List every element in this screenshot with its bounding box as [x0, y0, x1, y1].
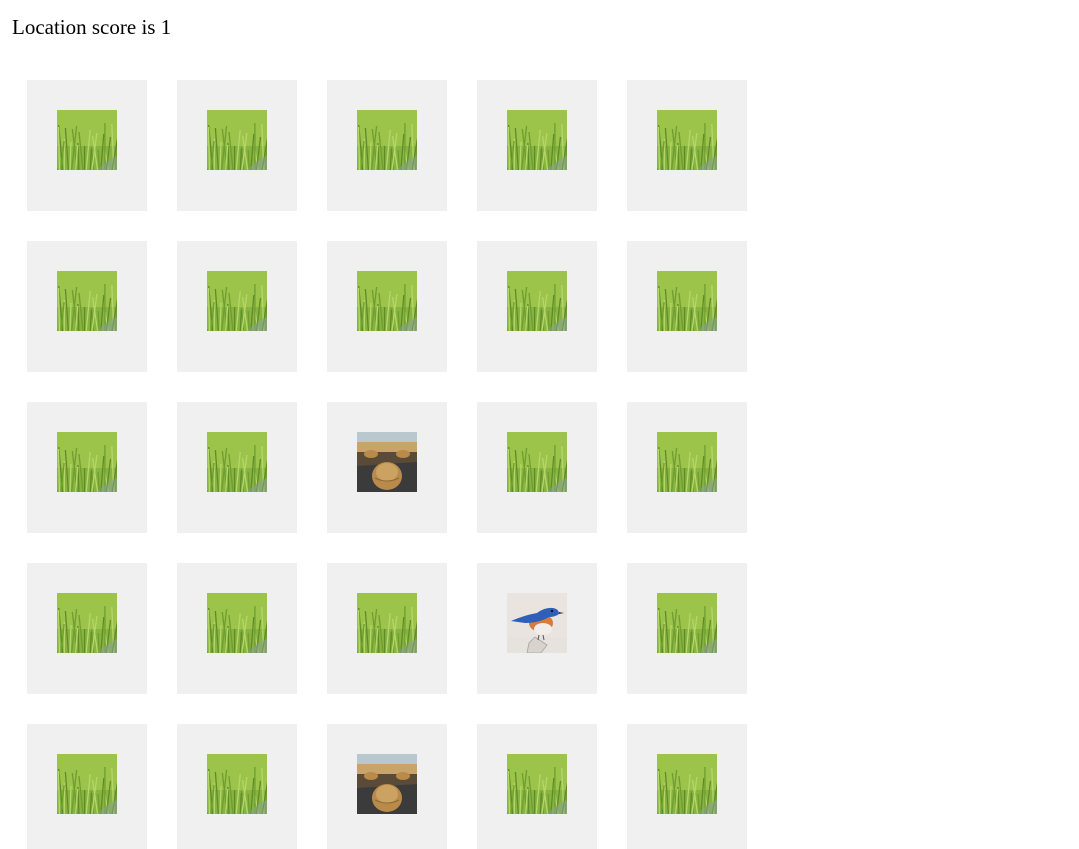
grass-icon: [207, 432, 267, 492]
bluebird-icon: [507, 593, 567, 653]
grass-icon: [57, 271, 117, 331]
grass-icon: [57, 593, 117, 653]
grid-cell[interactable]: [477, 241, 597, 372]
grid-cell[interactable]: [627, 80, 747, 211]
grid-cell[interactable]: [177, 241, 297, 372]
grass-icon: [657, 110, 717, 170]
grass-icon: [357, 271, 417, 331]
hay-bale-icon: [357, 754, 417, 814]
grid-cell[interactable]: [627, 241, 747, 372]
grass-icon: [57, 754, 117, 814]
grid-cell[interactable]: [477, 724, 597, 849]
grid-cell[interactable]: [327, 402, 447, 533]
grid-cell[interactable]: [27, 241, 147, 372]
grid-cell[interactable]: [27, 563, 147, 694]
image-grid: [27, 80, 747, 849]
grid-cell[interactable]: [477, 80, 597, 211]
grid-cell[interactable]: [327, 563, 447, 694]
grass-icon: [507, 432, 567, 492]
grid-cell[interactable]: [177, 80, 297, 211]
grid-cell[interactable]: [177, 724, 297, 849]
hay-bale-icon: [357, 432, 417, 492]
grid-cell[interactable]: [477, 402, 597, 533]
grid-cell[interactable]: [177, 402, 297, 533]
grass-icon: [207, 110, 267, 170]
grid-cell[interactable]: [327, 241, 447, 372]
grass-icon: [507, 754, 567, 814]
grass-icon: [357, 110, 417, 170]
grass-icon: [207, 271, 267, 331]
grid-cell[interactable]: [27, 80, 147, 211]
grass-icon: [507, 271, 567, 331]
grid-cell[interactable]: [327, 80, 447, 211]
grass-icon: [57, 432, 117, 492]
grid-cell[interactable]: [327, 724, 447, 849]
grid-cell[interactable]: [27, 724, 147, 849]
grass-icon: [207, 754, 267, 814]
grass-icon: [657, 432, 717, 492]
grass-icon: [57, 110, 117, 170]
grass-icon: [657, 593, 717, 653]
grass-icon: [507, 110, 567, 170]
grid-cell[interactable]: [477, 563, 597, 694]
grass-icon: [207, 593, 267, 653]
grass-icon: [657, 754, 717, 814]
grass-icon: [357, 593, 417, 653]
grid-cell[interactable]: [627, 402, 747, 533]
grid-cell[interactable]: [27, 402, 147, 533]
grid-cell[interactable]: [627, 563, 747, 694]
grid-cell[interactable]: [177, 563, 297, 694]
location-score: Location score is 1: [12, 15, 172, 39]
grass-icon: [657, 271, 717, 331]
grid-cell[interactable]: [627, 724, 747, 849]
